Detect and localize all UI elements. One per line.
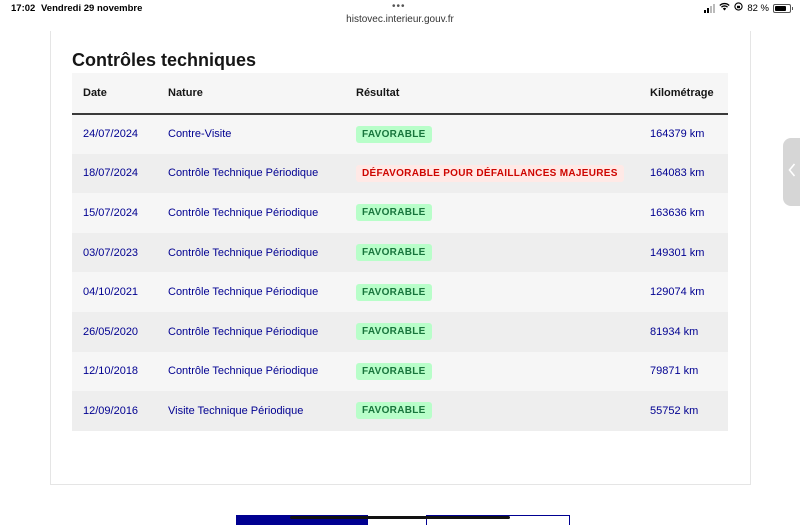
- cell-kilometrage: 163636 km: [650, 206, 705, 219]
- cell-kilometrage: 81934 km: [650, 325, 699, 338]
- cell-resultat: DÉFAVORABLE POUR DÉFAILLANCES MAJEURES: [356, 154, 650, 194]
- status-badge: FAVORABLE: [356, 362, 432, 380]
- table-row: 12/09/2016 Visite Technique Périodique FAV…: [72, 391, 728, 431]
- signal-icon: [704, 3, 716, 13]
- status-date: Vendredi 29 novembre: [41, 3, 143, 14]
- chevron-left-icon: [787, 162, 796, 182]
- side-panel-handle[interactable]: [783, 138, 800, 206]
- table-row: 12/10/2018 Contrôle Technique Périodique F…: [72, 351, 728, 392]
- cell-date: 24/07/2024: [83, 128, 139, 141]
- cell-date: 15/07/2024: [83, 206, 139, 219]
- table-row: 24/07/2024 Contre-Visite FAVORABLE 164379 k…: [72, 114, 728, 154]
- table-row: 03/07/2023 Contrôle Technique Périodique F…: [72, 232, 728, 273]
- table-row: 18/07/2024 Contrôle Technique Périodique D…: [72, 153, 728, 194]
- cell-resultat: FAVORABLE: [356, 114, 650, 154]
- cell-kilometrage: 149301 km: [650, 246, 705, 259]
- status-badge: FAVORABLE: [356, 402, 432, 420]
- table-row: 04/10/2021 Contrôle Technique Périodique F…: [72, 272, 728, 312]
- cell-nature: Contrôle Technique Périodique: [168, 167, 319, 180]
- cell-date: 12/09/2016: [83, 404, 139, 417]
- home-indicator[interactable]: [290, 516, 510, 519]
- status-indicators: 82 %: [704, 2, 793, 14]
- cell-kilometrage: 55752 km: [650, 404, 699, 417]
- table-header-row: Date Nature Résultat Kilométrage: [72, 73, 728, 114]
- cell-kilometrage: 164083 km: [650, 167, 705, 180]
- table-row: 26/05/2020 Contrôle Technique Périodique F…: [72, 311, 728, 352]
- cell-date: 04/10/2021: [83, 286, 139, 299]
- controles-techniques-table: Date Nature Résultat Kilométrage 24/07/2…: [72, 73, 728, 431]
- status-time: 17:02: [11, 3, 36, 14]
- cell-resultat: FAVORABLE: [356, 391, 650, 431]
- status-badge: FAVORABLE: [356, 283, 432, 301]
- battery-percent: 82 %: [747, 2, 769, 14]
- multitasking-dots-icon[interactable]: •••: [392, 1, 406, 12]
- cell-date: 12/10/2018: [83, 365, 139, 378]
- header-kilometrage: Kilométrage: [650, 87, 714, 99]
- cell-resultat: FAVORABLE: [356, 272, 650, 312]
- header-resultat: Résultat: [356, 87, 400, 99]
- status-badge: FAVORABLE: [356, 323, 432, 341]
- cell-date: 03/07/2023: [83, 246, 139, 259]
- cell-kilometrage: 164379 km: [650, 128, 705, 141]
- cell-nature: Contrôle Technique Périodique: [168, 246, 319, 259]
- cell-date: 26/05/2020: [83, 325, 139, 338]
- cell-kilometrage: 79871 km: [650, 365, 699, 378]
- header-date: Date: [83, 87, 107, 99]
- cell-resultat: FAVORABLE: [356, 193, 650, 233]
- orientation-lock-icon: [734, 2, 743, 14]
- header-nature: Nature: [168, 87, 203, 99]
- cell-kilometrage: 129074 km: [650, 286, 705, 299]
- cell-nature: Contrôle Technique Périodique: [168, 365, 319, 378]
- status-badge: FAVORABLE: [356, 204, 432, 222]
- cell-date: 18/07/2024: [83, 167, 139, 180]
- cell-nature: Contre-Visite: [168, 128, 232, 141]
- status-badge: FAVORABLE: [356, 244, 432, 262]
- cell-resultat: FAVORABLE: [356, 312, 650, 352]
- table-row: 15/07/2024 Contrôle Technique Périodique F…: [72, 193, 728, 233]
- cell-nature: Visite Technique Périodique: [168, 404, 304, 417]
- wifi-icon: [719, 2, 730, 14]
- url-bar[interactable]: histovec.interieur.gouv.fr: [0, 14, 800, 25]
- battery-icon: [773, 3, 793, 13]
- cell-nature: Contrôle Technique Périodique: [168, 206, 319, 219]
- status-badge: FAVORABLE: [356, 125, 432, 143]
- cell-nature: Contrôle Technique Périodique: [168, 325, 319, 338]
- cell-resultat: FAVORABLE: [356, 233, 650, 273]
- section-title: Contrôles techniques: [72, 50, 257, 70]
- cell-resultat: FAVORABLE: [356, 352, 650, 392]
- cell-nature: Contrôle Technique Périodique: [168, 286, 319, 299]
- status-badge: DÉFAVORABLE POUR DÉFAILLANCES MAJEURES: [356, 164, 624, 182]
